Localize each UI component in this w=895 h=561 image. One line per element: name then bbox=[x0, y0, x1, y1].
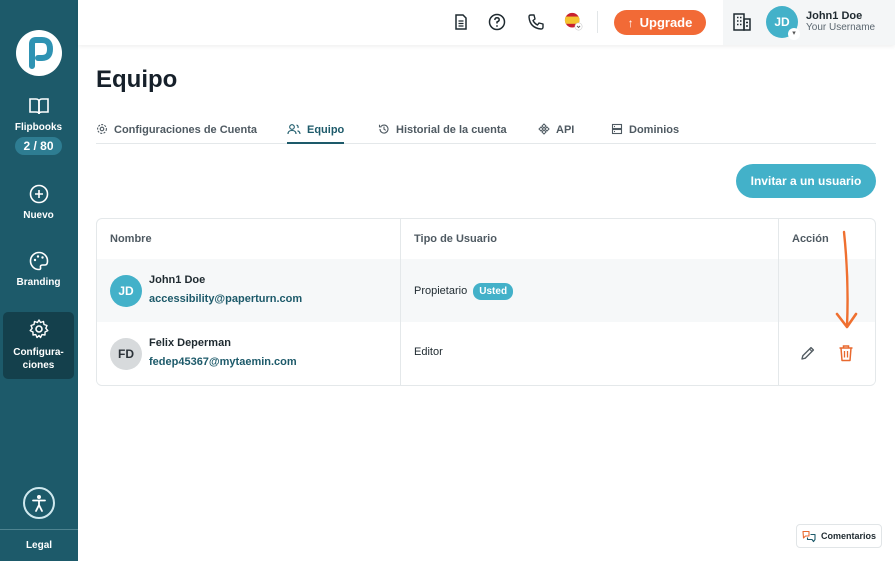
api-icon bbox=[538, 123, 550, 135]
document-icon[interactable] bbox=[451, 12, 471, 32]
plus-circle-icon bbox=[29, 184, 48, 204]
tab-label: Equipo bbox=[307, 124, 345, 136]
role-label: Propietario bbox=[414, 285, 468, 297]
member-name: John1 Doe bbox=[149, 274, 206, 286]
user-menu[interactable]: JD ▾ John1 Doe Your Username bbox=[723, 0, 895, 45]
accessibility-button[interactable] bbox=[23, 487, 55, 519]
tab-label: Configuraciones de Cuenta bbox=[114, 124, 258, 136]
history-icon bbox=[378, 124, 389, 134]
column-header-tipo: Tipo de Usuario bbox=[414, 233, 497, 245]
phone-icon[interactable] bbox=[526, 12, 546, 32]
avatar-initials: JD bbox=[774, 15, 790, 29]
sidebar-divider bbox=[0, 529, 78, 530]
sidebar-item-configuraciones[interactable]: Configura-ciones bbox=[3, 312, 74, 379]
sidebar-item-label: Branding bbox=[16, 277, 61, 288]
upgrade-button[interactable]: ↑ Upgrade bbox=[614, 10, 706, 35]
sidebar-item-flipbooks[interactable]: Flipbooks 2 / 80 bbox=[3, 94, 74, 160]
annotation-arrow-icon bbox=[835, 230, 858, 329]
upgrade-label: Upgrade bbox=[639, 15, 693, 30]
feedback-label: Comentarios bbox=[821, 531, 877, 541]
spain-flag-icon[interactable] bbox=[564, 12, 584, 32]
gear-icon bbox=[97, 124, 107, 134]
member-role: Propietario Usted bbox=[414, 283, 514, 300]
tab-historial-de-la-cuenta[interactable]: Historial de la cuenta bbox=[378, 118, 507, 144]
column-divider bbox=[778, 219, 779, 385]
avatar: JD bbox=[110, 275, 142, 307]
member-email: fedep45367@mytaemin.com bbox=[149, 356, 297, 368]
server-icon bbox=[611, 123, 623, 135]
column-divider bbox=[400, 219, 401, 385]
you-badge: Usted bbox=[473, 283, 514, 300]
avatar[interactable]: JD ▾ bbox=[766, 6, 800, 40]
sidebar: Flipbooks 2 / 80 Nuevo Branding Configur… bbox=[0, 0, 78, 561]
user-username: Your Username bbox=[806, 22, 876, 33]
edit-icon[interactable] bbox=[799, 344, 817, 362]
users-icon bbox=[287, 124, 301, 135]
settings-tabs: Configuraciones de Cuenta Equipo Histori… bbox=[96, 118, 876, 144]
sidebar-item-label: Configura-ciones bbox=[13, 347, 64, 371]
tab-label: Historial de la cuenta bbox=[396, 124, 507, 136]
top-bar: ↑ Upgrade JD ▾ John1 Doe Your Username bbox=[78, 0, 895, 45]
tab-dominios[interactable]: Dominios bbox=[611, 118, 679, 144]
team-table: Nombre Tipo de Usuario Acción JD John1 D… bbox=[96, 218, 876, 386]
tab-api[interactable]: API bbox=[538, 118, 574, 144]
arrow-up-icon: ↑ bbox=[627, 16, 634, 30]
table-row: JD John1 Doe accessibility@paperturn.com… bbox=[97, 259, 875, 323]
gear-icon bbox=[29, 319, 48, 339]
table-row: FD Felix Deperman fedep45367@mytaemin.co… bbox=[97, 322, 875, 385]
tab-label: API bbox=[556, 124, 575, 136]
page-title: Equipo bbox=[96, 66, 178, 93]
feedback-button[interactable]: Comentarios bbox=[796, 524, 882, 548]
feedback-icon bbox=[802, 530, 816, 543]
topbar-divider bbox=[597, 11, 598, 33]
avatar: FD bbox=[110, 338, 142, 370]
tab-configuraciones-de-cuenta[interactable]: Configuraciones de Cuenta bbox=[96, 118, 257, 144]
book-icon bbox=[28, 98, 49, 115]
sidebar-item-label: Nuevo bbox=[23, 210, 54, 221]
trash-icon[interactable] bbox=[837, 343, 855, 363]
tab-equipo[interactable]: Equipo bbox=[287, 118, 345, 144]
help-icon[interactable] bbox=[487, 12, 507, 32]
legal-link[interactable]: Legal bbox=[0, 540, 78, 551]
building-icon[interactable] bbox=[733, 12, 751, 32]
sidebar-item-branding[interactable]: Branding bbox=[3, 250, 74, 296]
column-header-nombre: Nombre bbox=[110, 233, 152, 245]
chevron-down-icon: ▾ bbox=[788, 28, 800, 40]
sidebar-item-label: Flipbooks bbox=[14, 122, 63, 133]
invite-user-button[interactable]: Invitar a un usuario bbox=[736, 164, 876, 198]
member-name: Felix Deperman bbox=[149, 337, 231, 349]
member-email: accessibility@paperturn.com bbox=[149, 293, 303, 305]
palette-icon bbox=[29, 251, 48, 271]
column-header-accion: Acción bbox=[792, 233, 829, 245]
flipbook-count-badge: 2 / 80 bbox=[15, 137, 62, 155]
paperturn-logo[interactable] bbox=[16, 30, 62, 76]
member-role: Editor bbox=[414, 346, 443, 358]
user-name: John1 Doe bbox=[806, 10, 863, 22]
tab-label: Dominios bbox=[629, 124, 680, 136]
sidebar-item-nuevo[interactable]: Nuevo bbox=[3, 183, 74, 229]
accessibility-icon bbox=[32, 495, 46, 512]
table-header: Nombre Tipo de Usuario Acción bbox=[97, 219, 875, 259]
